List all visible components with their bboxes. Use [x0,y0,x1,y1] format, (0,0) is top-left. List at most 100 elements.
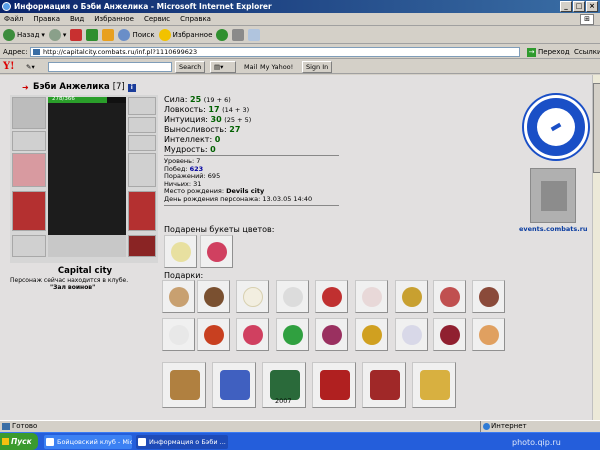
gift-item[interactable] [472,318,505,351]
gift-item[interactable] [162,362,206,408]
combats-logo [48,235,126,257]
stat-extra: (25 + 5) [224,116,252,124]
ornaments-gift-icon [370,370,400,400]
gift-item[interactable] [162,318,195,351]
gloves-slot[interactable] [128,135,156,151]
menu-favorites[interactable]: Избранное [94,13,134,25]
taskbar-item-active[interactable]: Информация о Бэби ... [136,435,228,449]
character-avatar[interactable] [48,97,126,257]
address-label: Адрес: [3,48,28,56]
window-titlebar[interactable]: Информация о Бэби Анжелика - Microsoft I… [0,0,600,13]
gift-item[interactable] [312,362,356,408]
mail-icon[interactable] [248,29,261,41]
gift-item[interactable] [433,318,466,351]
minimize-button[interactable]: _ [560,1,572,12]
links-button[interactable]: Ссылки [574,45,600,59]
start-button[interactable]: Пуск [0,433,38,450]
emblem-inner [537,108,575,146]
search-button[interactable]: Поиск [118,29,155,41]
ie-icon [46,438,54,446]
gift-item[interactable] [355,318,388,351]
gift-item[interactable] [162,280,195,313]
gift-item[interactable] [412,362,456,408]
dress-slot-right[interactable] [128,191,156,231]
address-input[interactable]: http://capitalcity.combats.ru/inf.pl?111… [30,47,520,57]
home-icon[interactable] [102,29,115,41]
scrollbar-thumb[interactable] [593,83,600,173]
events-link[interactable]: events.combats.ru [519,225,588,233]
gift-item[interactable] [315,280,348,313]
gift-item[interactable] [236,318,269,351]
lily-gift-icon [169,325,189,345]
menu-tools[interactable]: Сервис [144,13,170,25]
back-button[interactable]: Назад ▾ [3,29,45,41]
rings-slot[interactable] [128,117,156,133]
stat-row: Выносливость: 27 [164,125,251,135]
gift-item[interactable] [472,280,505,313]
earrings-slot[interactable] [128,97,156,115]
helmet-slot[interactable] [12,97,46,129]
menu-help[interactable]: Справка [180,13,211,25]
banner-icon[interactable] [530,168,576,223]
gift-item[interactable] [433,280,466,313]
bouquet-gift[interactable] [164,235,197,268]
yahoo-options-button[interactable]: ▤▾ [210,61,236,73]
media-icon[interactable] [216,29,229,41]
belt-slot[interactable] [12,235,46,257]
taskbar-item[interactable]: Бойцовский клуб - Micr... [44,435,132,449]
yahoo-search-input[interactable] [48,62,172,72]
stat-row: Мудрость: 0 [164,145,251,155]
pearls-gift-icon [243,287,263,307]
go-button[interactable]: → Переход [527,45,570,59]
yahoo-mail-button[interactable]: Mail [244,60,257,74]
page-icon [2,423,10,430]
gift-item[interactable] [315,318,348,351]
history-icon[interactable] [232,29,245,41]
divider [164,205,339,206]
snowflake-gift-icon [283,287,303,307]
menu-edit[interactable]: Правка [33,13,60,25]
events-emblem-icon[interactable] [524,95,588,159]
yahoo-logo[interactable]: Y! [3,61,15,73]
bouquet-gift[interactable] [200,235,233,268]
bracers-slot[interactable] [12,131,46,151]
gift-item[interactable] [236,280,269,313]
yahoo-search-button[interactable]: Search [175,61,206,73]
gift-item[interactable] [355,280,388,313]
maximize-button[interactable]: □ [573,1,585,12]
menu-view[interactable]: Вид [70,13,84,25]
favorites-button[interactable]: Избранное [158,29,212,41]
back-arrow-icon [3,29,15,41]
security-zone: Интернет [480,421,598,432]
gift-item[interactable] [212,362,256,408]
yahoo-myyahoo-button[interactable]: My Yahoo! [260,60,293,74]
gift-item[interactable] [197,318,230,351]
refresh-icon[interactable] [86,29,99,41]
chevron-down-icon: ▾ [41,31,45,39]
start-label: Пуск [11,437,32,446]
dress-slot-left[interactable] [12,191,46,231]
pencil-icon[interactable]: ✎▾ [26,60,35,74]
boots-slot[interactable] [128,235,156,257]
gift-item[interactable] [197,280,230,313]
arrow-icon: ➜ [22,83,29,92]
weapon-slot[interactable] [128,153,156,187]
search-icon [118,29,131,41]
gift-item[interactable] [395,318,428,351]
info-badge[interactable]: i [127,84,136,92]
stat-row: Интуиция: 30 (25 + 5) [164,115,251,125]
doll-gift-icon [479,325,499,345]
status-bar: Готово Интернет [0,420,600,432]
gift-item[interactable]: 2007 [262,362,306,408]
gift-item[interactable] [276,318,309,351]
gift-item[interactable] [362,362,406,408]
gift-item[interactable] [395,280,428,313]
gift-item[interactable] [276,280,309,313]
stop-icon[interactable] [70,29,83,41]
yahoo-signin-button[interactable]: Sign In [302,61,333,73]
close-button[interactable]: × [586,1,598,12]
forward-button[interactable]: ▾ [48,29,66,41]
vertical-scrollbar[interactable] [592,75,600,420]
menu-file[interactable]: Файл [4,13,23,25]
flowers-slot[interactable] [12,153,46,187]
